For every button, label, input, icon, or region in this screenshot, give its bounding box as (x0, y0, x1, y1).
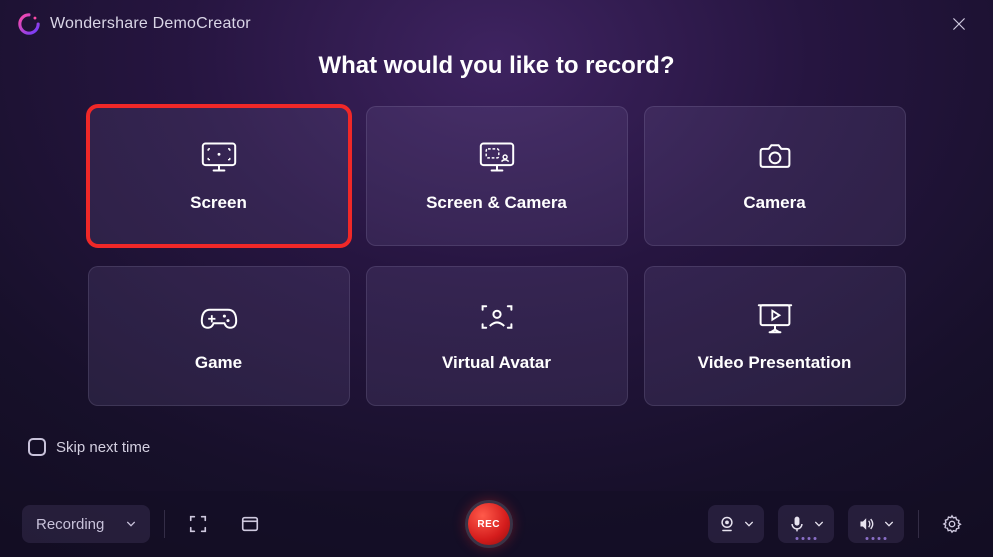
indicator-dots (796, 537, 817, 540)
close-icon (952, 17, 966, 31)
app-title: Wondershare DemoCreator (50, 15, 251, 33)
app-logo-icon (18, 13, 40, 35)
record-button[interactable]: REC (465, 500, 513, 548)
option-virtual-avatar[interactable]: Virtual Avatar (366, 266, 628, 406)
option-camera[interactable]: Camera (644, 106, 906, 246)
indicator-dots (866, 537, 887, 540)
bottom-toolbar: Recording REC (0, 491, 993, 557)
option-screen-camera[interactable]: Screen & Camera (366, 106, 628, 246)
webcam-dropdown[interactable] (708, 505, 764, 543)
skip-next-time-checkbox[interactable]: Skip next time (28, 438, 150, 456)
option-label: Game (195, 353, 242, 373)
capture-area-button[interactable] (179, 505, 217, 543)
gear-icon (942, 514, 962, 534)
camera-icon (753, 139, 797, 175)
checkbox-icon (28, 438, 46, 456)
title-bar: Wondershare DemoCreator (0, 0, 993, 44)
chevron-down-icon (884, 519, 894, 529)
microphone-dropdown[interactable] (778, 505, 834, 543)
gamepad-icon (197, 299, 241, 335)
screen-icon (197, 139, 241, 175)
brand: Wondershare DemoCreator (18, 13, 251, 35)
settings-button[interactable] (933, 505, 971, 543)
option-video-presentation[interactable]: Video Presentation (644, 266, 906, 406)
record-label: REC (477, 519, 500, 530)
option-label: Video Presentation (698, 353, 852, 373)
option-label: Screen (190, 193, 247, 213)
system-audio-dropdown[interactable] (848, 505, 904, 543)
close-button[interactable] (943, 8, 975, 40)
record-options-grid: Screen Screen & Camera Camera (0, 106, 993, 406)
window-icon (240, 514, 260, 534)
microphone-icon (788, 515, 806, 533)
option-screen[interactable]: Screen (88, 106, 350, 246)
prompt-heading: What would you like to record? (0, 52, 993, 80)
skip-label: Skip next time (56, 439, 150, 456)
speaker-icon (858, 515, 876, 533)
chevron-down-icon (814, 519, 824, 529)
option-label: Screen & Camera (426, 193, 567, 213)
option-label: Camera (743, 193, 805, 213)
avatar-scan-icon (475, 299, 519, 335)
chevron-down-icon (126, 519, 136, 529)
option-game[interactable]: Game (88, 266, 350, 406)
presentation-icon (753, 299, 797, 335)
capture-area-icon (188, 514, 208, 534)
webcam-icon (718, 515, 736, 533)
chevron-down-icon (744, 519, 754, 529)
mode-label: Recording (36, 516, 104, 533)
divider (918, 510, 919, 538)
mode-dropdown[interactable]: Recording (22, 505, 150, 543)
window-select-button[interactable] (231, 505, 269, 543)
option-label: Virtual Avatar (442, 353, 551, 373)
divider (164, 510, 165, 538)
screen-camera-icon (475, 139, 519, 175)
